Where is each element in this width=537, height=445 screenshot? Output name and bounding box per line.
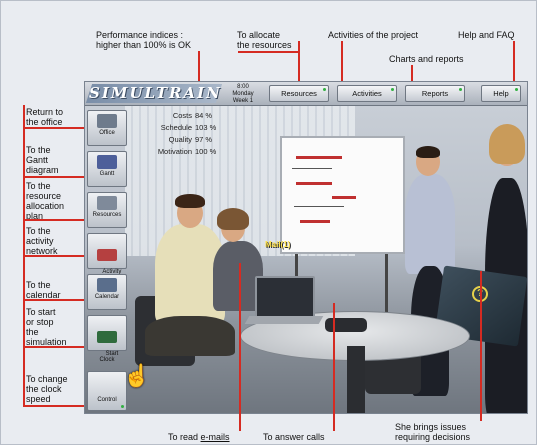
calendar-button[interactable]: Calendar — [87, 274, 127, 310]
activity-network-button[interactable]: Activity Network — [87, 233, 127, 281]
pointer-line — [23, 127, 91, 129]
presenter-figure — [405, 174, 455, 274]
gantt-icon — [97, 155, 117, 169]
annotation-answer-calls: To answer calls — [263, 432, 325, 442]
clock-week: Week 1 — [232, 98, 254, 104]
pointer-line — [23, 299, 91, 301]
performance-indices: Costs 84 % Schedule 103 % Quality 97 % M… — [133, 110, 219, 158]
mail-notification[interactable]: Mail(1) — [265, 240, 290, 249]
network-icon — [97, 249, 117, 261]
pointer-line — [23, 176, 91, 178]
annotation-calendar: To the calendar — [26, 280, 61, 300]
pointer-line — [23, 346, 91, 348]
office-icon — [97, 114, 117, 128]
pointer-line — [239, 263, 241, 431]
gantt-button[interactable]: Gantt — [87, 151, 127, 187]
simulation-window: SIMULTRAIN 8:00 Monday Week 1 Resources … — [84, 81, 528, 414]
office-button[interactable]: Office — [87, 110, 127, 146]
activities-button[interactable]: Activities — [337, 85, 397, 102]
simulation-clock: 8:00 Monday Week 1 — [225, 84, 261, 105]
start-clock-button[interactable]: Start Clock — [87, 315, 127, 363]
annotation-gantt: To the Gantt diagram — [26, 145, 59, 175]
control-icon — [97, 375, 117, 389]
simultrain-logo: SIMULTRAIN — [85, 84, 223, 103]
control-button[interactable]: Control — [87, 371, 127, 411]
laptop-mail[interactable] — [255, 276, 315, 318]
annotation-activity-network: To the activity network — [26, 226, 58, 256]
annotation-issues: She brings issues requiring decisions — [395, 422, 471, 442]
pointer-line — [23, 219, 91, 221]
pointer-line — [23, 105, 25, 407]
resources-icon — [97, 196, 117, 210]
play-icon — [97, 331, 117, 343]
annotation-help: Help and FAQ — [458, 30, 515, 40]
clock-time: 8:00 — [237, 84, 249, 90]
index-motivation: Motivation 100 % — [157, 147, 217, 156]
annotation-charts: Charts and reports — [389, 54, 464, 64]
index-quality: Quality 97 % — [168, 135, 213, 144]
annotation-activities: Activities of the project — [328, 30, 419, 40]
annotation-resource-plan: To the resource allocation plan — [26, 181, 65, 221]
clock-day: Monday — [232, 91, 254, 97]
resources-side-button[interactable]: Resources — [87, 192, 127, 228]
reports-button[interactable]: Reports — [405, 85, 465, 102]
screenshot-frame: Performance indices : higher than 100% i… — [0, 0, 537, 445]
emails-link[interactable]: e-mails — [201, 432, 230, 442]
annotation-performance: Performance indices : higher than 100% i… — [96, 30, 192, 50]
index-schedule: Schedule 103 % — [160, 123, 217, 132]
resources-button[interactable]: Resources — [269, 85, 329, 102]
annotation-return-office: Return to the office — [26, 107, 64, 127]
annotation-read-emails: To read e-mails — [168, 432, 230, 442]
telephone[interactable] — [325, 318, 367, 332]
help-button[interactable]: Help — [481, 85, 521, 102]
index-costs: Costs 84 % — [172, 111, 213, 120]
pointer-line — [23, 255, 91, 257]
hand-cursor-icon: ☝ — [123, 363, 151, 388]
annotation-clock-speed: To change the clock speed — [26, 374, 68, 404]
pointer-line — [480, 271, 482, 421]
annotation-allocate: To allocate the resources — [237, 30, 292, 50]
calendar-icon — [97, 278, 117, 292]
pointer-line — [23, 405, 91, 407]
pointer-line — [333, 303, 335, 431]
whiteboard-gantt — [280, 136, 405, 254]
annotation-start-stop: To start or stop the simulation — [26, 307, 67, 347]
top-toolbar: SIMULTRAIN 8:00 Monday Week 1 Resources … — [85, 82, 527, 106]
pointer-line — [238, 51, 300, 53]
